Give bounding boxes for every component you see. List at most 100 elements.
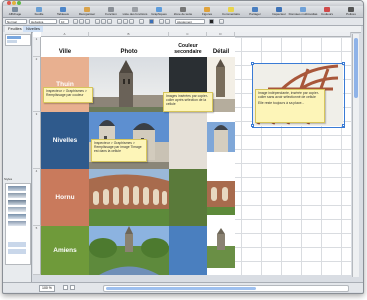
- toolbar-button-8[interactable]: Figures: [195, 6, 219, 17]
- city-cell-amiens[interactable]: Amiens: [41, 226, 89, 275]
- horizontal-scrollbar[interactable]: [103, 285, 349, 292]
- sheet-list-item[interactable]: [7, 40, 17, 43]
- toolbar-label: Graphiques: [151, 12, 167, 16]
- secondary-color-hornu[interactable]: [169, 169, 207, 226]
- sum-button[interactable]: [70, 285, 75, 290]
- resize-handle[interactable]: [251, 124, 254, 127]
- resize-handle[interactable]: [251, 62, 254, 65]
- toolbar-button-12[interactable]: Données multimédias: [289, 6, 317, 17]
- align-center-button[interactable]: [101, 19, 106, 24]
- toolbar-button-14[interactable]: Polices: [339, 6, 363, 17]
- valign-top-button[interactable]: [117, 19, 122, 24]
- sheet-list-item[interactable]: [7, 36, 21, 39]
- toolbar-button-11[interactable]: Inspecteur: [267, 6, 291, 17]
- style-select[interactable]: Normal: [5, 19, 27, 24]
- toolbar-button-9[interactable]: Commentaire: [219, 6, 243, 17]
- toolbar-label: Couleurs: [320, 12, 333, 16]
- row-header[interactable]: 1: [33, 37, 41, 57]
- sheet-list[interactable]: [5, 34, 31, 46]
- header-couleur-secondaire[interactable]: Couleur secondaire: [169, 37, 207, 57]
- toolbar-button-6[interactable]: Graphiques: [147, 6, 171, 17]
- zoom-window-icon[interactable]: [17, 1, 21, 5]
- row-header[interactable]: 4: [33, 169, 41, 226]
- photo-amiens[interactable]: [89, 226, 169, 275]
- thuin-belfry-image: [89, 57, 169, 112]
- comment-note-image-fill[interactable]: Inspecteur > Graphismes > Remplissage pa…: [91, 139, 147, 162]
- secondary-color-amiens[interactable]: [169, 226, 207, 275]
- vertical-scroll-thumb[interactable]: [354, 38, 358, 98]
- valign-bottom-button[interactable]: [129, 19, 134, 24]
- city-cell-thuin[interactable]: Thuin: [41, 57, 89, 112]
- comment-note-pasted-images[interactable]: Images insérées par copier-coller après …: [163, 92, 213, 112]
- style-swatch[interactable]: [8, 214, 26, 219]
- bold-button[interactable]: [73, 19, 78, 24]
- toolbar-button-0[interactable]: Affichage: [3, 6, 27, 17]
- city-cell-nivelles[interactable]: Nivelles: [41, 112, 89, 169]
- toolbar-label: Feuille: [34, 12, 44, 16]
- detail-nivelles[interactable]: [207, 112, 235, 169]
- header-photo[interactable]: Photo: [89, 37, 169, 57]
- header-detail[interactable]: Détail: [207, 37, 235, 57]
- comment-note-independent-image[interactable]: Image indépendante, insérée par copier-c…: [255, 89, 325, 123]
- valign-middle-button[interactable]: [123, 19, 128, 24]
- fill-color-button[interactable]: [149, 19, 154, 24]
- style-swatch[interactable]: [8, 200, 26, 205]
- vertical-scrollbar[interactable]: [352, 34, 359, 277]
- status-bar: 100 %: [3, 282, 363, 292]
- resize-handle[interactable]: [342, 124, 345, 127]
- style-swatch[interactable]: [8, 186, 26, 191]
- detail-hornu[interactable]: [207, 169, 235, 226]
- align-left-button[interactable]: [95, 19, 100, 24]
- wrap-button[interactable]: [139, 19, 144, 24]
- fit-select[interactable]: Ajustement: [175, 19, 205, 24]
- hornu-detail-image: [207, 169, 235, 226]
- toolbar-label: Polices: [346, 12, 356, 16]
- zoom-select[interactable]: 100 %: [39, 285, 55, 292]
- toolbar-button-1[interactable]: Feuille: [27, 6, 51, 17]
- resize-handle[interactable]: [342, 62, 345, 65]
- spreadsheet-canvas[interactable]: A B C D 1 2 3 4 5 Ville Photo Couleur se…: [33, 32, 351, 275]
- underline-button[interactable]: [85, 19, 90, 24]
- close-window-icon[interactable]: [7, 1, 11, 5]
- style-swatch[interactable]: [8, 242, 26, 247]
- border-button[interactable]: [159, 19, 164, 24]
- format-bar: Normal Helvetica 10 Ajustement: [3, 18, 363, 26]
- border-color-button[interactable]: [209, 19, 214, 24]
- toolbar-button-3[interactable]: Réorganiser: [75, 6, 99, 17]
- border-style-button[interactable]: [165, 19, 170, 24]
- toolbar-button-4[interactable]: Fonction: [99, 6, 123, 17]
- align-right-button[interactable]: [107, 19, 112, 24]
- city-cell-hornu[interactable]: Hornu: [41, 169, 89, 226]
- comment-note-fill-color[interactable]: Inspecteur > Graphismes > Remplissage pa…: [43, 87, 93, 103]
- font-select[interactable]: Helvetica: [29, 19, 57, 24]
- styles-header: Styles: [4, 177, 13, 181]
- header-ville[interactable]: Ville: [41, 37, 89, 57]
- detail-amiens[interactable]: [207, 226, 235, 275]
- row-header[interactable]: 5: [33, 226, 41, 275]
- page-view-button[interactable]: [63, 285, 68, 290]
- format-more-button[interactable]: [219, 19, 224, 24]
- toolbar-button-2[interactable]: Tableaux: [51, 6, 75, 17]
- style-swatch[interactable]: [8, 193, 26, 198]
- toolbar-label: Liste des fonctions: [122, 12, 148, 16]
- toolbar-button-13[interactable]: Couleurs: [315, 6, 339, 17]
- note-text-stays: Elle reste toujours à sa place...: [258, 101, 305, 106]
- toolbar-label: Réorganiser: [78, 12, 96, 16]
- toolbar-button-5[interactable]: Liste des fonctions: [123, 6, 147, 17]
- toolbar-button-7[interactable]: Zone de texte: [171, 6, 195, 17]
- style-swatch[interactable]: [8, 249, 26, 254]
- font-size-select[interactable]: 10: [59, 19, 69, 24]
- photo-thuin[interactable]: [89, 57, 169, 112]
- italic-button[interactable]: [79, 19, 84, 24]
- style-swatch[interactable]: [8, 221, 26, 226]
- horizontal-scroll-thumb[interactable]: [106, 287, 256, 290]
- row-header[interactable]: 2: [33, 57, 41, 112]
- photo-hornu[interactable]: [89, 169, 169, 226]
- style-swatch[interactable]: [8, 207, 26, 212]
- styles-list[interactable]: [5, 183, 31, 265]
- row-header[interactable]: 3: [33, 112, 41, 169]
- toolbar-label: Zone de texte: [173, 12, 193, 16]
- secondary-color-nivelles[interactable]: [169, 112, 207, 169]
- toolbar-button-10[interactable]: Partager: [243, 6, 267, 17]
- minimize-window-icon[interactable]: [12, 1, 16, 5]
